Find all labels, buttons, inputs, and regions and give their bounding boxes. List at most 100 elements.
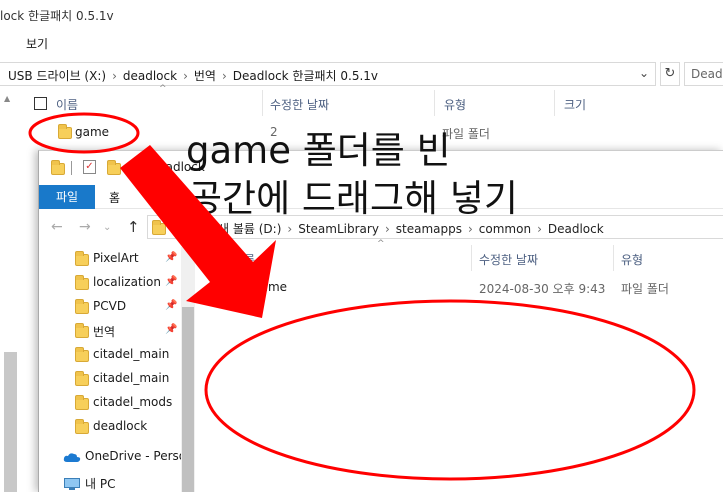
back-nav-pane: ▲ (0, 90, 20, 492)
column-divider (471, 245, 472, 271)
divider (71, 161, 72, 175)
breadcrumb: USB 드라이브 (X:) › deadlock › 번역 › Deadlock 한글패치 … (8, 67, 378, 84)
sort-up-icon: ^ (377, 239, 385, 249)
breadcrumb-item[interactable]: steamapps (396, 222, 462, 236)
back-column-header: ^ 이름 수정한 날짜 유형 크기 (30, 84, 723, 116)
table-row[interactable]: game 2024-08-30 오후 9:43 파일 폴더 (197, 275, 723, 299)
column-divider (262, 90, 263, 116)
scroll-up-icon[interactable]: ▲ (4, 94, 10, 103)
sidebar-item-onedrive[interactable]: OneDrive - Person (39, 445, 194, 469)
back-window-titlebar: lock 한글패치 0.5.1v (0, 0, 723, 28)
sidebar-item-label: PCVD (93, 299, 127, 313)
breadcrumb-item[interactable]: Deadlock (548, 222, 604, 236)
column-type[interactable]: 유형 (444, 96, 466, 113)
breadcrumb-item[interactable]: USB 드라이브 (X:) (8, 69, 106, 83)
chevron-right-icon: › (537, 222, 542, 236)
search-placeholder: Deadlock (691, 67, 723, 81)
column-modified[interactable]: 수정한 날짜 (270, 96, 329, 113)
properties-icon[interactable]: ✓ (83, 160, 96, 174)
breadcrumb-item[interactable]: SteamLibrary (298, 222, 379, 236)
pin-icon: 📌 (165, 252, 178, 263)
folder-icon (51, 160, 65, 175)
sidebar-item-citadel-main[interactable]: citadel_main (39, 343, 181, 367)
back-search-input[interactable]: Deadlock (684, 62, 723, 86)
pc-icon (64, 478, 80, 490)
chevron-right-icon: › (183, 69, 188, 83)
column-divider (434, 90, 435, 116)
sidebar-item-deadlock[interactable]: deadlock (39, 415, 181, 439)
breadcrumb-item[interactable]: 번역 (194, 69, 216, 83)
scrollbar-thumb[interactable] (4, 352, 17, 492)
sidebar-scrollbar[interactable] (181, 247, 195, 492)
pin-icon: 📌 (165, 300, 178, 311)
column-type[interactable]: 유형 (621, 251, 643, 268)
folder-icon (75, 395, 89, 410)
sidebar-item-label: citadel_main (93, 371, 170, 385)
navigation-pane: PixelArt 📌 localization 📌 PCVD 📌 번역 📌 ci… (39, 247, 194, 492)
column-name[interactable]: 이름 (56, 96, 78, 113)
pin-icon: 📌 (165, 276, 178, 287)
column-divider (554, 90, 555, 116)
sidebar-item-label: citadel_mods (93, 395, 173, 409)
folder-icon (75, 299, 89, 314)
tab-home[interactable]: 홈 (109, 189, 120, 206)
scrollbar-thumb[interactable] (182, 307, 194, 492)
new-folder-icon[interactable] (107, 160, 121, 175)
row-date: 2024-08-30 오후 9:43 (479, 282, 606, 296)
sidebar-item-citadel-mods[interactable]: citadel_mods (39, 391, 181, 415)
sidebar-item-label: localization (93, 275, 161, 289)
sidebar-item-label: 번역 (93, 325, 116, 339)
folder-icon (152, 220, 166, 235)
chevron-down-icon[interactable]: ⌄ (639, 66, 649, 80)
chevron-right-icon: › (467, 222, 473, 236)
folder-icon (75, 251, 89, 266)
back-window-menubar: 보기 (0, 28, 723, 58)
breadcrumb-item[interactable]: deadlock (123, 69, 177, 83)
forward-arrow-icon[interactable]: → (79, 219, 91, 235)
select-all-checkbox[interactable] (34, 97, 47, 110)
column-divider (613, 245, 614, 271)
chevron-right-icon: › (384, 222, 390, 236)
sidebar-item-pixelart[interactable]: PixelArt 📌 (39, 247, 181, 271)
folder-icon (58, 124, 72, 139)
tab-share[interactable]: 공유 (163, 189, 185, 206)
refresh-icon[interactable]: ↻ (660, 62, 680, 86)
chevron-right-icon: › (112, 69, 117, 83)
menu-view[interactable]: 보기 (26, 35, 48, 52)
recent-dropdown-icon[interactable]: ⌄ (103, 222, 111, 233)
row-type: 파일 폴더 (621, 282, 669, 296)
folder-icon (75, 419, 89, 434)
folder-icon (75, 275, 89, 290)
column-modified[interactable]: 수정한 날짜 (479, 251, 538, 268)
front-column-header: ^ 이름 수정한 날짜 유형 (197, 239, 723, 271)
cloud-icon (63, 453, 81, 462)
breadcrumb-item[interactable]: Deadlock 한글패치 0.5.1v (233, 69, 378, 83)
back-address-bar[interactable]: USB 드라이브 (X:) › deadlock › 번역 › Deadlock 한글패치 … (0, 62, 656, 86)
breadcrumb-item[interactable]: common (479, 222, 531, 236)
folder-icon (75, 347, 89, 362)
sidebar-item-label: OneDrive - Person (85, 449, 194, 463)
tab-file[interactable]: 파일 (39, 185, 95, 209)
column-size[interactable]: 크기 (564, 96, 586, 113)
row-name: game (253, 280, 288, 294)
column-name[interactable]: 이름 (233, 251, 255, 268)
sidebar-item-this-pc[interactable]: 내 PC (39, 471, 181, 492)
back-arrow-icon[interactable]: ← (51, 219, 63, 235)
sidebar-item-translation[interactable]: 번역 📌 (39, 319, 181, 343)
sidebar-item-pcvd[interactable]: PCVD 📌 (39, 295, 181, 319)
up-arrow-icon[interactable]: ↑ (127, 218, 140, 236)
sort-up-icon: ^ (159, 84, 167, 94)
sidebar-item-localization[interactable]: localization 📌 (39, 271, 181, 295)
annotation-line-1: game 폴더를 빈 (186, 129, 451, 172)
breadcrumb: 새 볼륨 (D:) › SteamLibrary › steamapps › common ›… (218, 220, 604, 237)
back-window-title: lock 한글패치 0.5.1v (0, 9, 114, 23)
sidebar-item-label: PixelArt (93, 251, 139, 265)
divider (139, 161, 140, 175)
sidebar-item-label: 내 PC (85, 477, 116, 491)
pin-icon: 📌 (165, 324, 178, 335)
sidebar-item-citadel-main-2[interactable]: citadel_main (39, 367, 181, 391)
sidebar-item-label: citadel_main (93, 347, 170, 361)
row-name: game (75, 125, 110, 139)
folder-icon (75, 323, 89, 338)
breadcrumb-item[interactable]: 새 볼륨 (D:) (218, 222, 281, 236)
